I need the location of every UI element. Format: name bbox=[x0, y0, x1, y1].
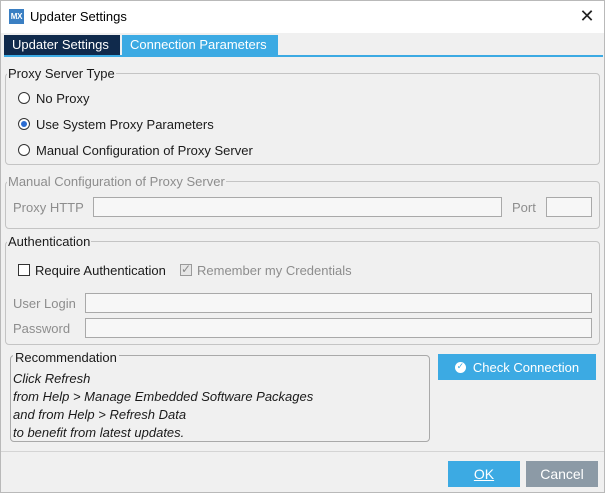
radio-no-proxy-label: No Proxy bbox=[36, 90, 90, 106]
recommendation-line-2: from Help > Manage Embedded Software Pac… bbox=[13, 389, 314, 404]
require-authentication-checkbox-row[interactable]: Require Authentication bbox=[18, 262, 166, 278]
authentication-legend: Authentication bbox=[8, 234, 91, 249]
proxy-http-input[interactable] bbox=[93, 197, 502, 217]
radio-manual-proxy-label: Manual Configuration of Proxy Server bbox=[36, 142, 253, 158]
radio-no-proxy-button[interactable] bbox=[18, 92, 30, 104]
remember-credentials-label: Remember my Credentials bbox=[197, 262, 352, 278]
user-login-label: User Login bbox=[13, 296, 76, 311]
password-label: Password bbox=[13, 321, 71, 336]
require-authentication-checkbox[interactable] bbox=[18, 264, 30, 276]
remember-credentials-checkbox-row[interactable]: Remember my Credentials bbox=[180, 262, 352, 278]
manual-config-legend: Manual Configuration of Proxy Server bbox=[8, 174, 225, 189]
remember-credentials-checkbox[interactable] bbox=[180, 262, 192, 276]
check-circle-icon: ✓ bbox=[454, 361, 466, 373]
recommendation-legend: Recommendation bbox=[13, 350, 119, 365]
proxy-http-label: Proxy HTTP bbox=[13, 200, 84, 215]
mx-app-icon: MX bbox=[9, 9, 24, 24]
radio-manual-proxy-button[interactable] bbox=[18, 144, 30, 156]
close-icon[interactable]: ✕ bbox=[570, 1, 604, 31]
port-input[interactable] bbox=[546, 197, 592, 217]
recommendation-line-3: and from Help > Refresh Data bbox=[13, 407, 187, 422]
check-connection-button[interactable]: ✓ Check Connection bbox=[438, 354, 596, 380]
port-label: Port bbox=[512, 200, 536, 215]
window-title: Updater Settings bbox=[30, 9, 127, 24]
radio-system-proxy-label: Use System Proxy Parameters bbox=[36, 116, 214, 132]
password-input[interactable] bbox=[85, 318, 592, 338]
proxy-server-type-legend: Proxy Server Type bbox=[8, 66, 115, 81]
recommendation-line-1: Click Refresh bbox=[13, 371, 91, 386]
cancel-button[interactable]: Cancel bbox=[526, 461, 598, 487]
ok-button[interactable]: OK bbox=[448, 461, 520, 487]
title-bar: MX Updater Settings ✕ bbox=[1, 1, 604, 33]
radio-manual-proxy[interactable]: Manual Configuration of Proxy Server bbox=[18, 142, 253, 158]
check-connection-label: Check Connection bbox=[472, 359, 580, 375]
updater-settings-window: MX Updater Settings ✕ Updater Settings C… bbox=[0, 0, 605, 493]
radio-system-proxy-button[interactable] bbox=[18, 118, 30, 130]
tab-underline bbox=[4, 55, 603, 57]
tab-connection-parameters[interactable]: Connection Parameters bbox=[122, 35, 278, 55]
recommendation-line-4: to benefit from latest updates. bbox=[13, 425, 185, 440]
user-login-input[interactable] bbox=[85, 293, 592, 313]
radio-no-proxy[interactable]: No Proxy bbox=[18, 90, 89, 106]
tab-updater-settings[interactable]: Updater Settings bbox=[4, 35, 120, 55]
radio-system-proxy[interactable]: Use System Proxy Parameters bbox=[18, 116, 214, 132]
footer-divider bbox=[1, 451, 604, 452]
require-authentication-label: Require Authentication bbox=[35, 262, 166, 278]
